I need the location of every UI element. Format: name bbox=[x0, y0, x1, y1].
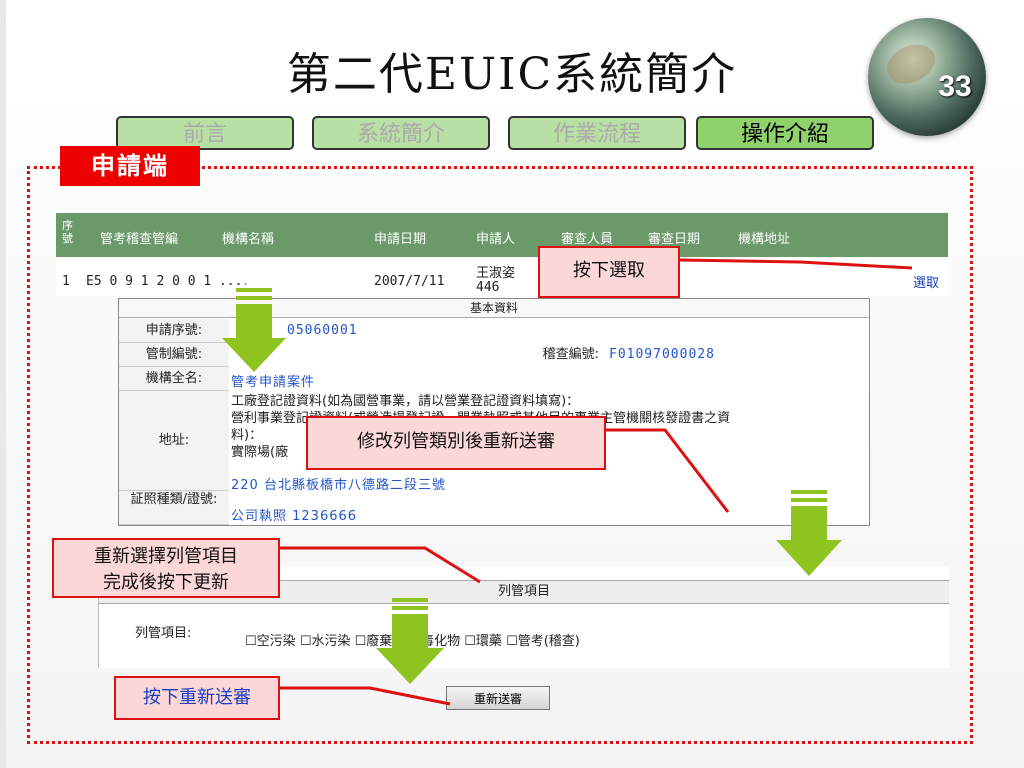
arrow-down-icon bbox=[376, 598, 444, 684]
callout-modify: 修改列管類別後重新送審 bbox=[306, 416, 606, 470]
connector-modify bbox=[606, 428, 730, 513]
callout-resend: 按下重新送審 bbox=[114, 676, 280, 720]
arrow-down-icon bbox=[222, 288, 286, 372]
green-arrows bbox=[222, 288, 842, 684]
callout-reselect-line2: 完成後按下更新 bbox=[103, 572, 229, 593]
callout-reselect-line1: 重新選擇列管項目 bbox=[94, 546, 238, 567]
callout-reselect: 重新選擇列管項目 完成後按下更新 bbox=[52, 538, 280, 598]
connector-lines bbox=[280, 258, 913, 706]
arrow-down-icon bbox=[776, 490, 842, 576]
annotation-overlay bbox=[222, 258, 913, 706]
connector-resend bbox=[280, 686, 451, 706]
connector-select bbox=[679, 258, 913, 270]
connector-reselect bbox=[280, 546, 481, 584]
callout-select: 按下選取 bbox=[538, 246, 680, 298]
